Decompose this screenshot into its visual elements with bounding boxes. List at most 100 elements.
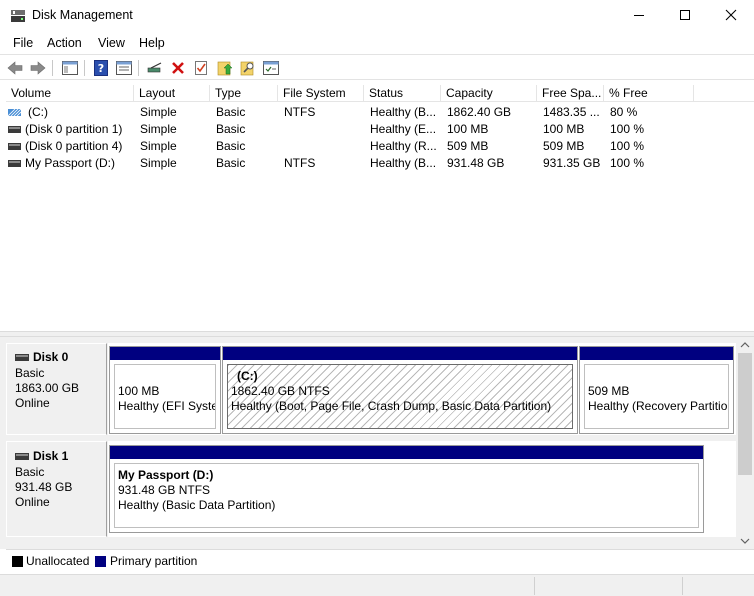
volume-layout: Simple bbox=[140, 139, 177, 153]
volume-layout: Simple bbox=[140, 156, 177, 170]
help-button[interactable]: ? bbox=[92, 59, 110, 77]
menu-help[interactable]: Help bbox=[139, 34, 165, 52]
volume-free-space: 100 MB bbox=[543, 122, 585, 136]
folder-up-icon bbox=[217, 61, 233, 76]
close-icon bbox=[725, 9, 737, 21]
volume-free-space: 931.35 GB bbox=[543, 156, 601, 170]
disk-icon bbox=[15, 354, 29, 361]
legend-label: Unallocated bbox=[26, 554, 90, 568]
legend-swatch-primary bbox=[95, 556, 106, 567]
menu-file[interactable]: File bbox=[13, 34, 33, 52]
volume-row[interactable]: (Disk 0 partition 1) Simple Basic Health… bbox=[6, 121, 754, 138]
partition-bar bbox=[580, 347, 733, 360]
partition-status: Healthy (Basic Data Partition) bbox=[118, 498, 276, 512]
disk-state: Online bbox=[15, 396, 50, 410]
forward-button[interactable] bbox=[29, 59, 47, 77]
maximize-button[interactable] bbox=[662, 0, 708, 30]
volume-status: Healthy (B... bbox=[370, 156, 437, 170]
check-icon bbox=[195, 61, 207, 75]
volume-row[interactable]: (C:) Simple Basic NTFS Healthy (B... 186… bbox=[6, 104, 754, 121]
back-button[interactable] bbox=[6, 59, 24, 77]
scroll-down-icon[interactable] bbox=[740, 537, 750, 545]
legend-swatch-unallocated bbox=[12, 556, 23, 567]
delete-button[interactable] bbox=[169, 59, 187, 77]
window-title: Disk Management bbox=[32, 8, 133, 22]
console-tree-button[interactable] bbox=[61, 59, 79, 77]
drive-icon bbox=[8, 160, 21, 167]
volume-status: Healthy (R... bbox=[370, 139, 437, 153]
partition-recovery[interactable]: 509 MB Healthy (Recovery Partition) bbox=[579, 346, 734, 434]
search-folder-button[interactable] bbox=[239, 59, 257, 77]
volume-type: Basic bbox=[216, 122, 246, 136]
legend-label: Primary partition bbox=[110, 554, 198, 568]
partition-info: 509 MB Healthy (Recovery Partition) bbox=[584, 364, 729, 429]
menu-view[interactable]: View bbox=[98, 34, 125, 52]
minimize-button[interactable] bbox=[616, 0, 662, 30]
close-button[interactable] bbox=[708, 0, 754, 30]
scrollbar-thumb[interactable] bbox=[738, 353, 752, 475]
partition-bar bbox=[223, 347, 577, 360]
partition-size: 1862.40 GB NTFS bbox=[231, 384, 330, 398]
volume-capacity: 1862.40 GB bbox=[447, 105, 512, 119]
volume-row[interactable]: My Passport (D:) Simple Basic NTFS Healt… bbox=[6, 155, 754, 172]
partition-title bbox=[118, 369, 212, 384]
disk-state: Online bbox=[15, 495, 50, 509]
disk-0-label[interactable]: Disk 0 Basic 1863.00 GB Online bbox=[6, 343, 107, 435]
column-percent-free[interactable]: % Free bbox=[604, 85, 694, 102]
column-free-space[interactable]: Free Spa... bbox=[537, 85, 604, 102]
legend: Unallocated Primary partition bbox=[6, 549, 754, 571]
volume-row[interactable]: (Disk 0 partition 4) Simple Basic Health… bbox=[6, 138, 754, 155]
disk-name: Disk 0 bbox=[33, 350, 69, 364]
volume-status: Healthy (E... bbox=[370, 122, 437, 136]
properties-icon bbox=[116, 61, 132, 75]
status-bar bbox=[0, 574, 754, 596]
drive-icon bbox=[8, 126, 21, 133]
disk-icon bbox=[15, 453, 29, 460]
volume-type: Basic bbox=[216, 156, 246, 170]
partition-bar bbox=[110, 347, 220, 360]
partition-my-passport[interactable]: My Passport (D:) 931.48 GB NTFS Healthy … bbox=[109, 445, 704, 533]
settings-button[interactable] bbox=[262, 59, 280, 77]
back-icon bbox=[7, 61, 23, 75]
settings-icon bbox=[263, 61, 279, 75]
scroll-up-icon[interactable] bbox=[740, 341, 750, 349]
connect-disk-button[interactable] bbox=[146, 59, 164, 77]
folder-up-button[interactable] bbox=[216, 59, 234, 77]
partition-c[interactable]: (C:) 1862.40 GB NTFS Healthy (Boot, Page… bbox=[222, 346, 578, 434]
partition-info: (C:) 1862.40 GB NTFS Healthy (Boot, Page… bbox=[227, 364, 573, 429]
column-capacity[interactable]: Capacity bbox=[441, 85, 537, 102]
volume-percent-free: 80 % bbox=[610, 105, 638, 119]
column-layout[interactable]: Layout bbox=[134, 85, 210, 102]
maximize-icon bbox=[680, 10, 690, 20]
partition-efi[interactable]: 100 MB Healthy (EFI System Partition) bbox=[109, 346, 221, 434]
volume-percent-free: 100 % bbox=[610, 139, 645, 153]
column-file-system[interactable]: File System bbox=[278, 85, 364, 102]
minimize-icon bbox=[634, 15, 644, 16]
toolbar: ? bbox=[0, 54, 754, 80]
disk-map-scrollbar[interactable] bbox=[736, 337, 754, 549]
forward-icon bbox=[30, 61, 46, 75]
partition-bar bbox=[110, 446, 703, 459]
partition-size: 100 MB bbox=[118, 384, 160, 398]
check-button[interactable] bbox=[192, 59, 210, 77]
properties-button[interactable] bbox=[115, 59, 133, 77]
status-divider bbox=[682, 577, 683, 595]
partition-status: Healthy (Recovery Partition) bbox=[588, 399, 729, 413]
partition-info: 100 MB Healthy (EFI System Partition) bbox=[114, 364, 216, 429]
column-type[interactable]: Type bbox=[210, 85, 278, 102]
console-tree-icon bbox=[62, 61, 78, 75]
volume-list-header: Volume Layout Type File System Status Ca… bbox=[6, 85, 754, 102]
partition-size: 931.48 GB NTFS bbox=[118, 483, 211, 497]
status-divider bbox=[534, 577, 535, 595]
toolbar-separator bbox=[138, 60, 139, 76]
volume-type: Basic bbox=[216, 105, 246, 119]
partition-size: 509 MB bbox=[588, 384, 630, 398]
column-status[interactable]: Status bbox=[364, 85, 441, 102]
column-volume[interactable]: Volume bbox=[6, 85, 134, 102]
volume-file-system: NTFS bbox=[284, 105, 316, 119]
disk-1-label[interactable]: Disk 1 Basic 931.48 GB Online bbox=[6, 441, 107, 537]
menu-action[interactable]: Action bbox=[47, 34, 82, 52]
disk-size: 931.48 GB bbox=[15, 480, 73, 494]
volume-layout: Simple bbox=[140, 122, 177, 136]
menu-bar: File Action View Help bbox=[0, 32, 754, 52]
